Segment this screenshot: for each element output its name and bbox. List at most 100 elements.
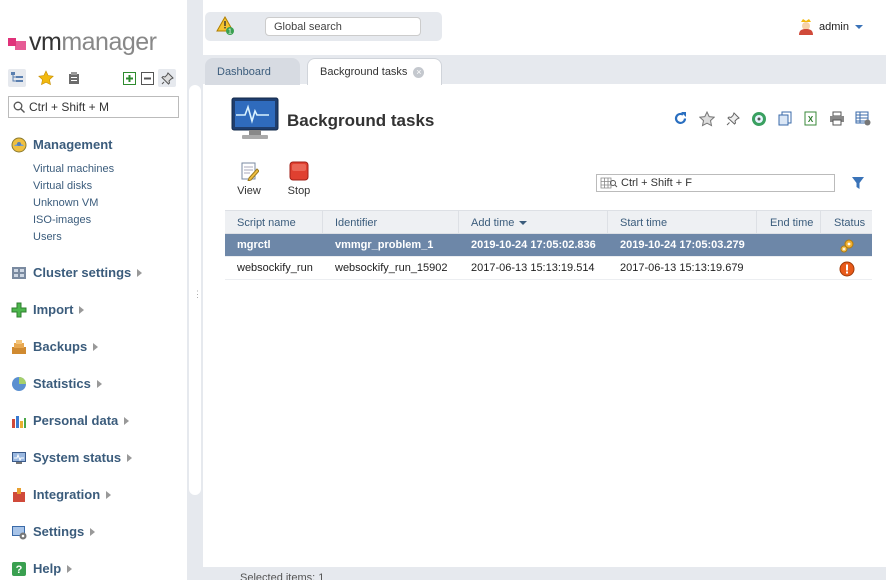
print-icon[interactable] xyxy=(828,110,845,127)
warning-notification-icon[interactable]: 1 xyxy=(216,15,236,36)
close-tab-icon[interactable]: × xyxy=(413,66,425,78)
menu-cluster-settings-label: Cluster settings xyxy=(33,265,132,280)
statistics-icon xyxy=(10,375,27,392)
running-gears-icon xyxy=(821,234,872,257)
stop-button[interactable]: Stop xyxy=(282,161,316,197)
pin-page-icon[interactable] xyxy=(724,110,741,127)
notification-count: 1 xyxy=(228,29,232,36)
chevron-right-icon xyxy=(67,564,73,573)
error-alert-icon xyxy=(821,257,872,280)
menu-item-unknown-vm[interactable]: Unknown VM xyxy=(33,197,98,209)
table-row[interactable]: websockify_run websockify_run_15902 2017… xyxy=(225,257,872,280)
column-header-add-time[interactable]: Add time xyxy=(459,211,608,235)
menu-system-status-label: System status xyxy=(33,450,122,465)
menu-help-label: Help xyxy=(33,561,62,576)
logo-prefix: vm xyxy=(29,28,62,56)
menu-system-status[interactable]: System status xyxy=(10,449,133,466)
cell-identifier: websockify_run_15902 xyxy=(335,262,448,274)
tasks-table: Script name Identifier Add time Start ti… xyxy=(225,210,872,280)
page-toolbar: X xyxy=(672,110,880,127)
menu-backups[interactable]: Backups xyxy=(10,338,99,355)
chevron-right-icon xyxy=(106,490,112,499)
user-menu[interactable]: admin xyxy=(798,18,863,36)
column-header-script-name[interactable]: Script name xyxy=(225,211,323,235)
cluster-settings-icon xyxy=(10,264,27,281)
menu-backups-label: Backups xyxy=(33,339,88,354)
excel-export-icon[interactable]: X xyxy=(802,110,819,127)
copy-icon[interactable] xyxy=(776,110,793,127)
menu-personal-data-label: Personal data xyxy=(33,413,119,428)
sidebar-search-input[interactable] xyxy=(29,100,169,114)
menu-item-iso-images[interactable]: ISO-images xyxy=(33,214,91,226)
vmmanager-logo[interactable]: vmmanager xyxy=(8,28,157,57)
personal-data-icon xyxy=(10,412,27,429)
management-icon xyxy=(10,136,27,153)
chevron-right-icon xyxy=(96,379,102,388)
cell-identifier: vmmgr_problem_1 xyxy=(335,239,434,251)
global-search-input[interactable] xyxy=(266,18,420,35)
tab-background-tasks[interactable]: Background tasks × xyxy=(307,58,442,85)
expand-all-icon[interactable] xyxy=(120,69,138,87)
tab-dashboard[interactable]: Dashboard xyxy=(205,58,300,85)
column-header-status[interactable]: Status xyxy=(821,211,872,235)
column-header-end-time[interactable]: End time xyxy=(757,211,821,235)
clipboard-icon[interactable] xyxy=(65,69,83,87)
chevron-right-icon xyxy=(93,342,99,351)
logo-mark-icon xyxy=(8,36,26,50)
view-button[interactable]: View xyxy=(232,161,266,197)
filter-funnel-icon[interactable] xyxy=(851,176,865,190)
chevron-right-icon xyxy=(137,268,143,277)
menu-settings-label: Settings xyxy=(33,524,85,539)
column-header-add-time-label: Add time xyxy=(471,217,515,229)
svg-text:?: ? xyxy=(15,564,22,576)
main-content xyxy=(203,85,886,580)
sidebar-toolbar xyxy=(8,69,178,89)
web-settings-icon[interactable] xyxy=(750,110,767,127)
menu-import[interactable]: Import xyxy=(10,301,85,318)
menu-help[interactable]: ? Help xyxy=(10,560,73,577)
menu-cluster-settings[interactable]: Cluster settings xyxy=(10,264,143,281)
settings-icon xyxy=(10,523,27,540)
table-header: Script name Identifier Add time Start ti… xyxy=(225,210,872,235)
pin-icon[interactable] xyxy=(158,69,176,87)
menu-management[interactable]: Management xyxy=(10,136,112,153)
menu-item-virtual-disks[interactable]: Virtual disks xyxy=(33,180,92,192)
table-filter-input[interactable] xyxy=(621,177,821,189)
tab-bar xyxy=(203,55,886,84)
table-settings-icon[interactable] xyxy=(854,110,871,127)
favorites-star-icon[interactable] xyxy=(37,69,55,87)
menu-item-virtual-machines[interactable]: Virtual machines xyxy=(33,163,114,175)
cell-add-time: 2019-10-24 17:05:02.836 xyxy=(471,239,596,251)
view-edit-icon xyxy=(239,161,260,182)
sidebar-search[interactable] xyxy=(8,96,179,118)
stop-icon xyxy=(289,161,309,181)
menu-integration[interactable]: Integration xyxy=(10,486,112,503)
selected-items-count: Selected items: 1 xyxy=(240,572,325,580)
menu-integration-label: Integration xyxy=(33,487,101,502)
grid-search-icon xyxy=(600,177,618,189)
resize-grip-icon[interactable]: ⋮ xyxy=(193,289,202,300)
chevron-right-icon xyxy=(124,416,130,425)
chevron-right-icon xyxy=(127,453,133,462)
table-row[interactable]: mgrctl vmmgr_problem_1 2019-10-24 17:05:… xyxy=(225,234,872,257)
cell-end-time xyxy=(757,234,769,257)
tree-view-icon[interactable] xyxy=(8,69,26,87)
view-button-label: View xyxy=(237,185,261,197)
import-plus-icon xyxy=(10,301,27,318)
menu-item-users[interactable]: Users xyxy=(33,231,62,243)
menu-statistics[interactable]: Statistics xyxy=(10,375,102,392)
column-header-start-time[interactable]: Start time xyxy=(608,211,757,235)
refresh-icon[interactable] xyxy=(672,110,689,127)
cell-add-time: 2017-06-13 15:13:19.514 xyxy=(471,262,595,274)
menu-personal-data[interactable]: Personal data xyxy=(10,412,130,429)
column-header-identifier[interactable]: Identifier xyxy=(323,211,459,235)
svg-text:X: X xyxy=(807,115,813,124)
menu-management-label: Management xyxy=(33,137,113,152)
global-search[interactable] xyxy=(265,17,421,36)
collapse-all-icon[interactable] xyxy=(138,69,156,87)
table-filter[interactable] xyxy=(596,174,835,192)
monitor-icon xyxy=(230,96,280,142)
menu-settings[interactable]: Settings xyxy=(10,523,96,540)
cell-script-name: mgrctl xyxy=(237,239,271,251)
favorite-star-icon[interactable] xyxy=(698,110,715,127)
